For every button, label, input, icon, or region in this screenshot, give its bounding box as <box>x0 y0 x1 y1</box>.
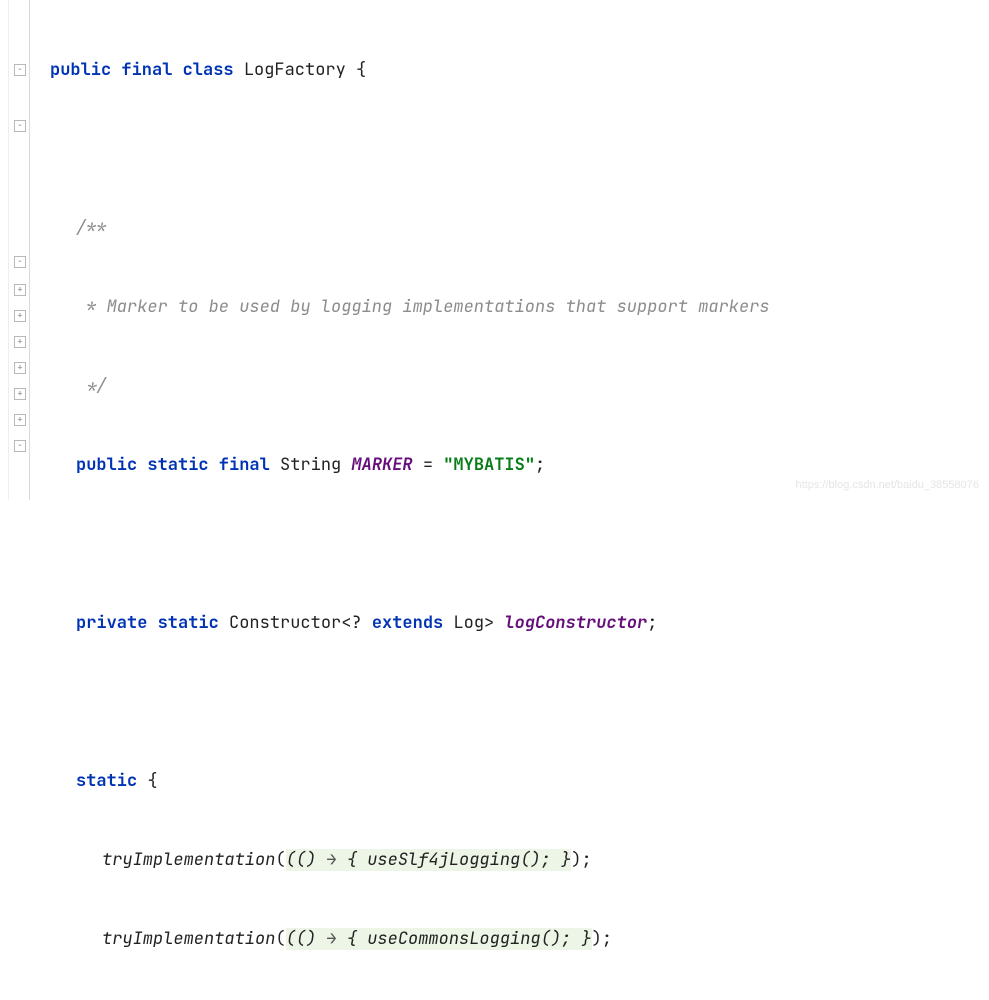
class-name: LogFactory <box>244 59 346 81</box>
gutter: − − − + + + + + + − <box>0 0 30 500</box>
call-useslf4j: useSlf4jLogging(); <box>367 849 551 871</box>
lambda-body-open: { <box>337 849 368 871</box>
fold-icon[interactable]: + <box>14 414 26 426</box>
javadoc-body: * Marker to be used by logging implement… <box>50 294 770 320</box>
javadoc-close: */ <box>50 373 770 399</box>
marker-field: public static final String MARKER = "MYB… <box>50 452 770 478</box>
call-end: ); <box>571 849 591 871</box>
javadoc-open: /** <box>50 215 770 241</box>
keyword-public-final-class: public final class <box>50 59 234 81</box>
lambda-body-open: { <box>337 928 368 950</box>
type-log: Log> <box>443 612 494 634</box>
code-area[interactable]: public final class LogFactory { /** * Ma… <box>30 0 770 500</box>
call-tryimplementation: tryImplementation <box>102 928 275 950</box>
fold-icon[interactable]: + <box>14 336 26 348</box>
fold-icon[interactable]: + <box>14 362 26 374</box>
semi: ; <box>647 612 657 634</box>
lambda-params: (() <box>286 849 327 871</box>
try-impl-line: tryImplementation((() → { useCommonsLogg… <box>50 926 770 952</box>
static-initializer: static { <box>50 768 770 794</box>
lambda-body-close: } <box>571 928 591 950</box>
fold-icon[interactable]: + <box>14 388 26 400</box>
type-string: String <box>280 454 341 476</box>
keyword-private-static: private static <box>76 612 219 634</box>
string-literal: "MYBATIS" <box>443 454 535 476</box>
lambda-body-close: } <box>551 849 571 871</box>
keyword-mods: public static final <box>76 454 270 476</box>
lambda-params: (() <box>286 928 327 950</box>
brace: { <box>137 770 157 792</box>
code-editor[interactable]: − − − + + + + + + − public final class L… <box>0 0 989 500</box>
try-impl-line: tryImplementation((() → { useSlf4jLoggin… <box>50 847 770 873</box>
arrow-icon: → <box>326 849 336 871</box>
arrow-icon: → <box>326 928 336 950</box>
fold-icon[interactable]: − <box>14 256 26 268</box>
logconstructor-field: private static Constructor<? extends Log… <box>50 610 770 636</box>
field-logconstructor: logConstructor <box>494 612 647 634</box>
eq: = <box>413 454 444 476</box>
keyword-static: static <box>76 770 137 792</box>
fold-icon[interactable]: − <box>14 120 26 132</box>
watermark: https://blog.csdn.net/baidu_38558076 <box>796 477 979 494</box>
fold-icon[interactable]: − <box>14 64 26 76</box>
fold-icon[interactable]: + <box>14 284 26 296</box>
call-usecommons: useCommonsLogging(); <box>367 928 571 950</box>
keyword-extends: extends <box>372 612 443 634</box>
brace: { <box>356 59 366 81</box>
class-declaration: public final class LogFactory { <box>50 57 770 83</box>
semi: ; <box>535 454 545 476</box>
fold-icon[interactable]: − <box>14 440 26 452</box>
call-end: ); <box>592 928 612 950</box>
fold-icon[interactable]: + <box>14 310 26 322</box>
field-marker: MARKER <box>351 454 412 476</box>
type-constructor: Constructor<? <box>229 612 372 634</box>
call-tryimplementation: tryImplementation <box>102 849 275 871</box>
